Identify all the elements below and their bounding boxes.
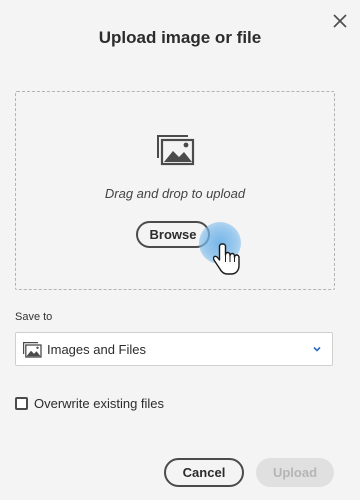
overwrite-label[interactable]: Overwrite existing files [34,396,164,411]
overwrite-checkbox[interactable] [15,397,28,410]
drop-zone[interactable]: Drag and drop to upload Browse [15,91,335,290]
images-icon [23,342,42,358]
save-to-label: Save to [15,311,53,323]
cancel-button[interactable]: Cancel [164,458,244,487]
save-to-select[interactable]: Images and Files [15,332,333,366]
chevron-down-icon [313,346,321,352]
overwrite-option: Overwrite existing files [15,396,164,411]
hand-pointer-icon [213,243,240,275]
save-to-selected-value: Images and Files [47,342,146,357]
dialog-title: Upload image or file [98,28,262,47]
drop-instruction: Drag and drop to upload [104,186,246,201]
upload-button[interactable]: Upload [256,458,334,487]
images-icon [157,135,195,166]
